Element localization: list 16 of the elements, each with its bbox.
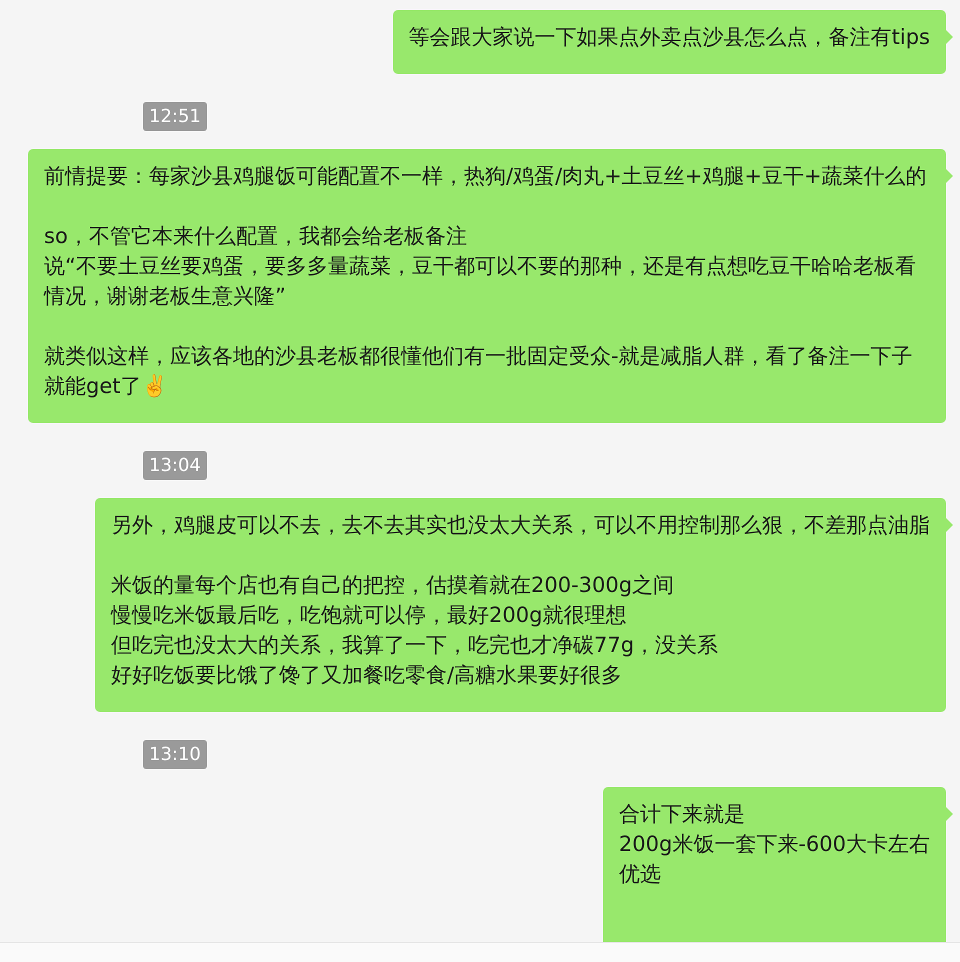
message-text: 优选 <box>618 861 662 888</box>
timestamp: 12:51 <box>143 102 207 131</box>
message-text: 合计下来就是 <box>618 801 746 828</box>
timestamp: 13:10 <box>143 740 207 769</box>
timestamp: 13:04 <box>143 451 207 480</box>
message-text: 等会跟大家说一下如果点外卖点沙县怎么点，备注有tips <box>408 24 930 51</box>
message-text: 200g米饭一套下来-600大卡左右 <box>618 831 930 858</box>
message-text: 慢慢吃米饭最后吃，吃饱就可以停，最好200g就很理想 <box>111 602 628 629</box>
message-text: 好好吃饭要比饿了馋了又加餐吃零食/高糖水果要好很多 <box>111 662 624 689</box>
message-text: 前情提要：每家沙县鸡腿饭可能配置不一样，热狗/鸡蛋/肉丸+土豆丝+鸡腿+豆干+蔬菜什么的 <box>44 163 928 190</box>
message-text: so，不管它本来什么配置，我都会给老板备注 <box>44 223 468 250</box>
message-text: 说“不要土豆丝要鸡蛋，要多多量蔬菜，豆干都可以不要的那种，还是有点想吃豆干哈哈老板看情况，谢谢老板生意兴隆” <box>44 253 917 310</box>
message-text: 另外，鸡腿皮可以不去，去不去其实也没太大关系，可以不用控制那么狠，不差那点油脂 <box>111 512 930 539</box>
message-text: 但吃完也没太大的关系，我算了一下，吃完也才净碳77g，没关系 <box>111 632 720 659</box>
message-text: 米饭的量每个店也有自己的把控，估摸着就在200-300g之间 <box>111 572 676 599</box>
message-text: 就类似这样，应该各地的沙县老板都很懂他们有一批固定受众-就是减脂人群，看了备注一下子就能get了✌ <box>44 343 914 400</box>
